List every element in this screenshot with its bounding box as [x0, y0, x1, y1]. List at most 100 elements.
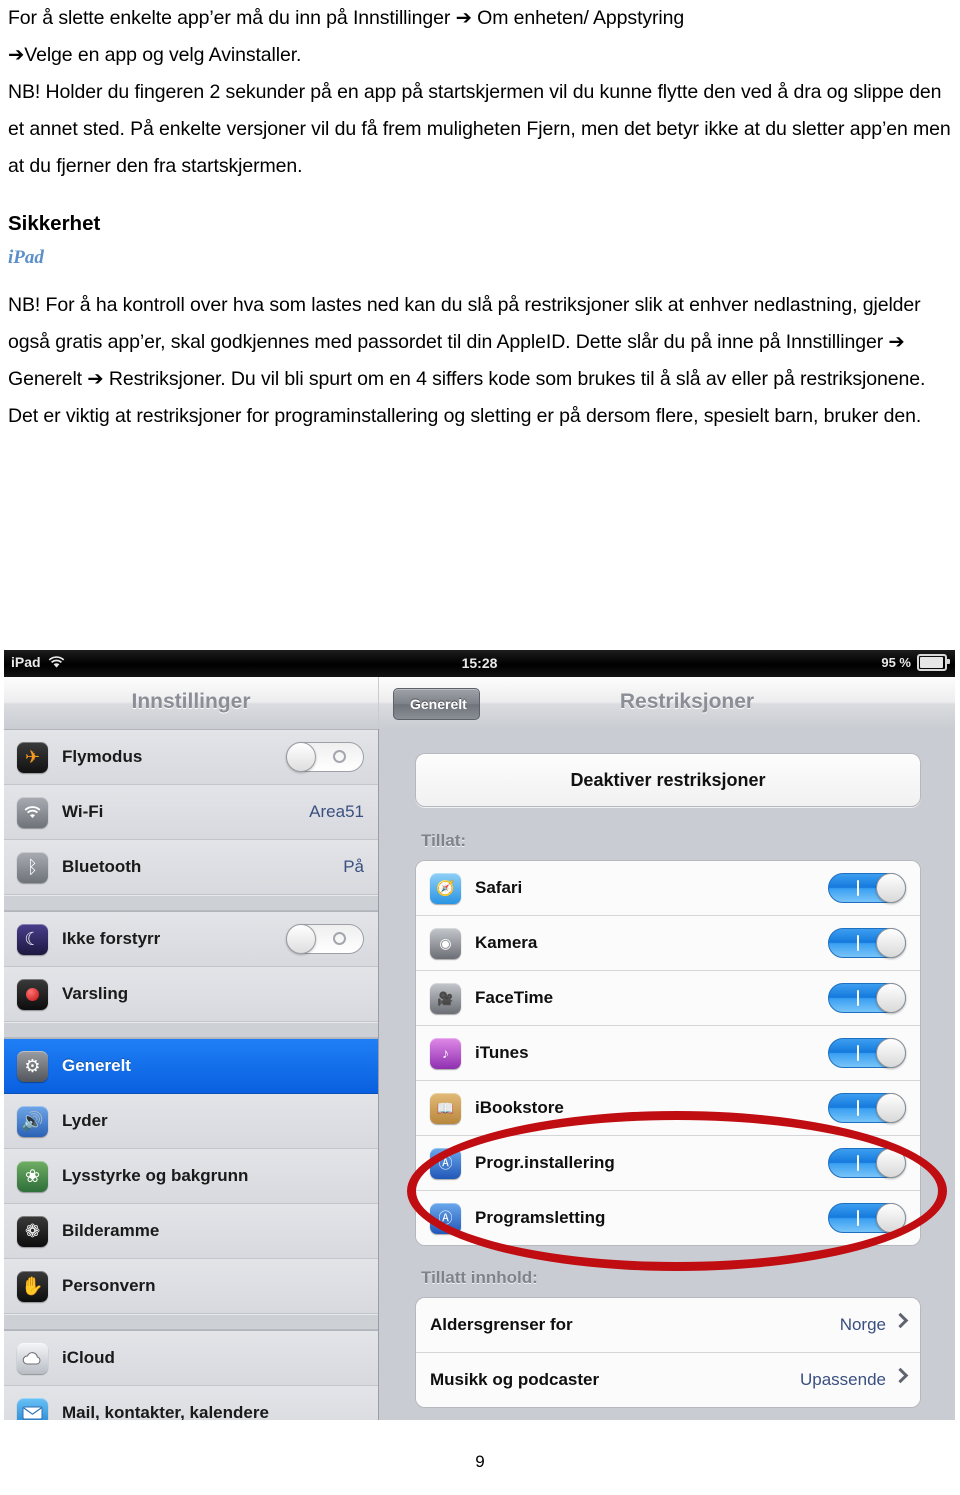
sidebar-item-mail[interactable]: Mail, kontakter, kalendere [4, 1386, 378, 1420]
chevron-right-icon [892, 1367, 909, 1384]
page-number: 9 [475, 1452, 485, 1471]
pictureframe-icon: ❁ [17, 1215, 48, 1247]
sidebar-divider [4, 1314, 378, 1330]
sidebar-item-label: Generelt [62, 1056, 131, 1075]
kamera-toggle[interactable] [828, 928, 906, 958]
itunes-icon: ♪ [430, 1037, 461, 1069]
paragraph-4: NB! For å ha kontroll over hva som laste… [8, 294, 926, 427]
sidebar-item-personvern[interactable]: ✋ Personvern [4, 1259, 378, 1314]
allow-label: Progr.installering [475, 1153, 615, 1172]
ipad-screenshot: iPad 15:28 95 % Innstillinger Generelt R… [4, 650, 955, 1420]
settings-sidebar[interactable]: ✈ Flymodus Wi-Fi Area51 ᛒ Bluetooth På ☾ [4, 729, 379, 1420]
sidebar-item-ikke-forstyrr[interactable]: ☾ Ikke forstyrr [4, 912, 378, 967]
tillatt-innhold-label: Tillatt innhold: [421, 1268, 538, 1287]
status-time: 15:28 [461, 655, 498, 671]
speaker-icon: 🔊 [17, 1105, 48, 1137]
sidebar-item-label: Mail, kontakter, kalendere [62, 1403, 269, 1420]
allow-row-progr-installering[interactable]: Ⓐ Progr.installering [416, 1136, 920, 1191]
allow-row-programsletting[interactable]: Ⓐ Programsletting [416, 1191, 920, 1245]
allow-label: Kamera [475, 933, 538, 952]
nav-title-restriksjoner: Restriksjoner [619, 690, 755, 713]
section-heading-sikkerhet: Sikkerhet [8, 212, 101, 235]
status-bar: iPad 15:28 95 % [4, 650, 955, 677]
restrictions-detail-pane: Deaktiver restriksjoner Tillat: 🧭 Safari… [379, 729, 955, 1420]
sidebar-item-label: Bilderamme [62, 1221, 160, 1240]
safari-icon: 🧭 [430, 872, 461, 904]
gear-icon: ⚙ [17, 1050, 48, 1082]
tillat-label: Tillat: [421, 831, 467, 850]
sidebar-item-label: Wi-Fi [62, 802, 104, 821]
battery-percent: 95 % [881, 655, 911, 670]
sidebar-item-wifi[interactable]: Wi-Fi Area51 [4, 785, 378, 840]
sidebar-group-2: ☾ Ikke forstyrr Varsling [4, 911, 378, 1022]
sidebar-item-lyder[interactable]: 🔊 Lyder [4, 1094, 378, 1149]
allow-row-kamera[interactable]: ◉ Kamera [416, 916, 920, 971]
facetime-icon: 🎥 [430, 982, 461, 1014]
sidebar-item-varsling[interactable]: Varsling [4, 967, 378, 1022]
sidebar-item-bilderamme[interactable]: ❁ Bilderamme [4, 1204, 378, 1259]
sidebar-item-label: iCloud [62, 1348, 115, 1367]
hand-icon: ✋ [17, 1270, 48, 1302]
content-value: Norge [839, 1315, 886, 1334]
sidebar-divider [4, 1022, 378, 1038]
chevron-right-icon [892, 1312, 909, 1329]
sidebar-group-3: ⚙ Generelt 🔊 Lyder ❀ Lysstyrke og bakgru… [4, 1038, 378, 1314]
subheading-ipad: iPad [8, 247, 44, 268]
sidebar-item-icloud[interactable]: iCloud [4, 1331, 378, 1386]
moon-icon: ☾ [17, 923, 48, 955]
disable-restrictions-button[interactable]: Deaktiver restriksjoner [415, 753, 921, 807]
sidebar-item-flymodus[interactable]: ✈ Flymodus [4, 730, 378, 785]
allow-row-itunes[interactable]: ♪ iTunes [416, 1026, 920, 1081]
allow-label: Programsletting [475, 1208, 606, 1227]
paragraph-3: NB! Holder du fingeren 2 sekunder på en … [8, 81, 951, 177]
sidebar-item-bluetooth[interactable]: ᛒ Bluetooth På [4, 840, 378, 895]
sidebar-item-label: Lyder [62, 1111, 108, 1130]
sidebar-group-4: iCloud Mail, kontakter, kalendere [4, 1330, 378, 1420]
allow-label: iTunes [475, 1043, 529, 1062]
content-row-aldersgrenser[interactable]: Aldersgrenser for Norge [416, 1298, 920, 1353]
allow-row-ibookstore[interactable]: 📖 iBookstore [416, 1081, 920, 1136]
facetime-toggle[interactable] [828, 983, 906, 1013]
allow-label: FaceTime [475, 988, 554, 1007]
wifi-icon [17, 796, 48, 828]
sidebar-divider [4, 895, 378, 911]
status-bar-right: 95 % [881, 654, 950, 671]
allow-row-facetime[interactable]: 🎥 FaceTime [416, 971, 920, 1026]
sidebar-item-label: Ikke forstyrr [62, 929, 161, 948]
paragraph-2: ➔Velge en app og velg Avinstaller. [8, 44, 302, 66]
content-value: Upassende [799, 1370, 886, 1389]
allow-row-safari[interactable]: 🧭 Safari [416, 861, 920, 916]
appstore-icon: Ⓐ [430, 1147, 461, 1179]
ibooks-icon: 📖 [430, 1092, 461, 1124]
document-text: For å slette enkelte app’er må du inn på… [8, 0, 952, 435]
content-row-musikk[interactable]: Musikk og podcaster Upassende [416, 1353, 920, 1407]
sidebar-item-label: Lysstyrke og bakgrunn [62, 1166, 249, 1185]
allowed-content-card: Aldersgrenser for Norge Musikk og podcas… [415, 1297, 921, 1408]
battery-icon [917, 654, 950, 671]
ibookstore-toggle[interactable] [828, 1093, 906, 1123]
flymodus-toggle[interactable] [286, 742, 364, 772]
ikke-forstyrr-toggle[interactable] [286, 924, 364, 954]
navbar-left: Innstillinger [4, 677, 378, 730]
allow-list-card: 🧭 Safari ◉ Kamera 🎥 FaceTime ♪ iTunes 📖 [415, 860, 921, 1246]
safari-toggle[interactable] [828, 873, 906, 903]
appstore-icon: Ⓐ [430, 1202, 461, 1234]
sidebar-item-label: Personvern [62, 1276, 156, 1295]
allow-label: iBookstore [475, 1098, 564, 1117]
allow-label: Safari [475, 878, 523, 897]
navbar-right: Generelt Restriksjoner [379, 677, 955, 730]
mail-icon [17, 1397, 48, 1420]
sidebar-item-label: Bluetooth [62, 857, 142, 876]
sidebar-item-lysstyrke[interactable]: ❀ Lysstyrke og bakgrunn [4, 1149, 378, 1204]
sidebar-group-1: ✈ Flymodus Wi-Fi Area51 ᛒ Bluetooth På [4, 729, 378, 895]
itunes-toggle[interactable] [828, 1038, 906, 1068]
nav-title-innstillinger: Innstillinger [131, 690, 251, 713]
sidebar-item-label: Flymodus [62, 747, 143, 766]
flower-icon: ❀ [17, 1160, 48, 1192]
progr-installering-toggle[interactable] [828, 1148, 906, 1178]
bluetooth-icon: ᛒ [17, 851, 48, 883]
content-label: Musikk og podcaster [430, 1370, 600, 1389]
paragraph-1: For å slette enkelte app’er må du inn på… [8, 7, 685, 29]
sidebar-item-generelt[interactable]: ⚙ Generelt [4, 1039, 378, 1094]
programsletting-toggle[interactable] [828, 1203, 906, 1233]
